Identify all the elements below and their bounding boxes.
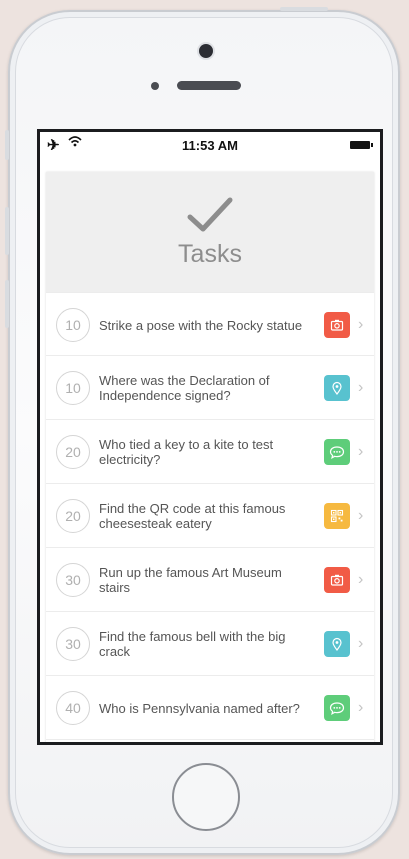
task-label: Find the QR code at this famous cheesest… [99,501,286,531]
location-pin-icon [324,375,350,401]
chat-bubble-icon [324,439,350,465]
chevron-right-icon: › [358,507,364,524]
task-text: Find the famous bell with the big crack [99,626,313,662]
task-text: Strike a pose with the Rocky statue [99,307,313,343]
status-bar: ✈ 11:53 AM [40,132,380,172]
location-pin-icon [324,631,350,657]
chevron-right-icon: › [358,379,364,396]
chevron-right-icon: › [358,635,364,652]
task-label: Who is Pennsylvania named after? [99,700,300,716]
camera-icon [324,312,350,338]
task-text: Who is Pennsylvania named after? [99,690,313,726]
task-label: Run up the famous Art Museum stairs [99,565,282,595]
chevron-right-icon: › [358,571,364,588]
task-text: Find the QR code at this famous cheesest… [99,498,313,534]
front-camera [199,44,213,58]
page-title: Tasks [178,240,242,268]
task-row[interactable]: 30 Find the famous bell with the big crac… [46,612,374,676]
task-label: Who tied a key to a kite to test electri… [99,437,274,467]
task-row[interactable]: 10 Strike a pose with the Rocky statue › [46,292,374,356]
task-label: Where was the Declaration of Independenc… [99,373,270,403]
status-time: 11:53 AM [182,138,238,153]
task-row[interactable]: 40 Who is Pennsylvania named after? › [46,676,374,740]
task-row[interactable]: 10 Where was the Declaration of Independe… [46,356,374,420]
proximity-sensor [151,82,159,90]
task-text: Who tied a key to a kite to test electri… [99,434,313,470]
chevron-right-icon: › [358,443,364,460]
power-button [280,7,328,11]
volume-up-button [5,207,9,255]
earpiece-speaker [177,81,241,90]
chevron-right-icon: › [358,699,364,716]
task-row[interactable]: 30 Run up the famous Art Museum stairs › [46,548,374,612]
qr-code-icon [324,503,350,529]
task-text: Run up the famous Art Museum stairs [99,562,313,598]
camera-icon [324,567,350,593]
volume-down-button [5,280,9,328]
silent-switch [5,130,9,160]
phone-screen: ✈ 11:53 AM Tasks 10 Strike a pose with th… [37,129,383,745]
tasks-header: Tasks [46,172,374,292]
points-badge: 40 [56,691,90,725]
chevron-right-icon: › [358,316,364,333]
task-label: Strike a pose with the Rocky statue [99,317,303,333]
chat-bubble-icon [324,695,350,721]
task-row[interactable]: 20 Who tied a key to a kite to test elect… [46,420,374,484]
task-label: Find the famous bell with the big crack [99,629,286,659]
home-button[interactable] [172,763,240,831]
points-badge: 20 [56,435,90,469]
points-badge: 20 [56,499,90,533]
battery-icon [350,141,373,149]
checkmark-icon [187,197,233,232]
points-badge: 10 [56,308,90,342]
task-text: Where was the Declaration of Independenc… [99,370,313,406]
task-list: 10 Strike a pose with the Rocky statue › 10… [46,292,374,740]
app-content: Tasks 10 Strike a pose with the Rocky sta… [46,172,374,742]
points-badge: 10 [56,371,90,405]
points-badge: 30 [56,627,90,661]
task-row[interactable]: 20 Find the QR code at this famous cheese… [46,484,374,548]
points-badge: 30 [56,563,90,597]
